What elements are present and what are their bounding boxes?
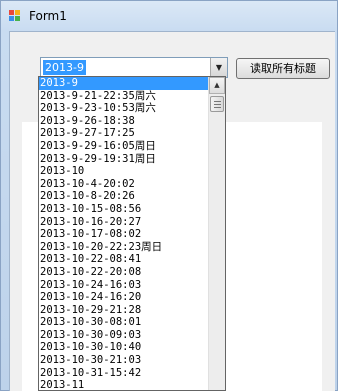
title-bar[interactable]: Form1 — [1, 1, 338, 31]
dropdown-item[interactable]: 2013-10-15-08:56 — [39, 203, 209, 216]
dropdown-item[interactable]: 2013-9-26-18:38 — [39, 115, 209, 128]
dropdown-item[interactable]: 2013-10-22-20:08 — [39, 266, 209, 279]
thumb-grip-line — [214, 101, 221, 102]
app-icon-red-square — [9, 10, 14, 15]
thumb-grip-line — [214, 104, 221, 105]
app-icon — [9, 10, 21, 22]
combobox-selected-value[interactable]: 2013-9 — [43, 60, 86, 75]
dropdown-item[interactable]: 2013-9-29-19:31周日 — [39, 153, 209, 166]
dropdown-item[interactable]: 2013-10-30-09:03 — [39, 329, 209, 342]
dropdown-item[interactable]: 2013-9-21-22:35周六 — [39, 90, 209, 103]
title-combobox[interactable]: 2013-9 ▼ — [40, 57, 228, 78]
dropdown-item[interactable]: 2013-10-24-16:20 — [39, 291, 209, 304]
dropdown-item[interactable]: 2013-11 — [39, 379, 209, 390]
dropdown-item[interactable]: 2013-10-30-10:40 — [39, 341, 209, 354]
dropdown-item[interactable]: 2013-10-29-21:28 — [39, 304, 209, 317]
dropdown-item[interactable]: 2013-10-30-21:03 — [39, 354, 209, 367]
dropdown-item[interactable]: 2013-9-23-10:53周六 — [39, 102, 209, 115]
dropdown-item[interactable]: 2013-9 — [39, 77, 209, 90]
dropdown-item[interactable]: 2013-10-31-15:42 — [39, 367, 209, 380]
read-all-titles-button[interactable]: 读取所有标题 — [236, 58, 330, 79]
dropdown-item[interactable]: 2013-10 — [39, 165, 209, 178]
scrollbar-thumb[interactable] — [210, 96, 224, 112]
dropdown-item[interactable]: 2013-10-22-08:41 — [39, 253, 209, 266]
dropdown-item[interactable]: 2013-10-4-20:02 — [39, 178, 209, 191]
app-icon-yellow-square — [15, 10, 20, 15]
thumb-grip-line — [214, 107, 221, 108]
dropdown-item[interactable]: 2013-10-17-08:02 — [39, 228, 209, 241]
dropdown-item[interactable]: 2013-10-8-20:26 — [39, 190, 209, 203]
vertical-scrollbar[interactable]: ▲ — [208, 77, 225, 390]
dropdown-item[interactable]: 2013-10-16-20:27 — [39, 216, 209, 229]
combobox-dropdown-button[interactable]: ▼ — [210, 58, 227, 77]
dropdown-item[interactable]: 2013-9-29-16:05周日 — [39, 140, 209, 153]
dropdown-item[interactable]: 2013-10-24-16:03 — [39, 279, 209, 292]
app-icon-blue-square — [9, 16, 14, 21]
dropdown-item[interactable]: 2013-10-30-08:01 — [39, 316, 209, 329]
scroll-up-button[interactable]: ▲ — [209, 77, 225, 94]
dropdown-items: 2013-9 2013-9-21-22:35周六 2013-9-23-10:53周六… — [39, 77, 209, 390]
app-icon-green-square — [15, 16, 20, 21]
chevron-down-icon: ▼ — [215, 63, 223, 72]
combobox-dropdown-list[interactable]: 2013-9 2013-9-21-22:35周六 2013-9-23-10:53周六… — [38, 76, 226, 391]
window-title: Form1 — [29, 9, 67, 23]
chevron-up-icon: ▲ — [214, 81, 220, 89]
dropdown-item[interactable]: 2013-10-20-22:23周日 — [39, 241, 209, 254]
dropdown-item[interactable]: 2013-9-27-17:25 — [39, 127, 209, 140]
